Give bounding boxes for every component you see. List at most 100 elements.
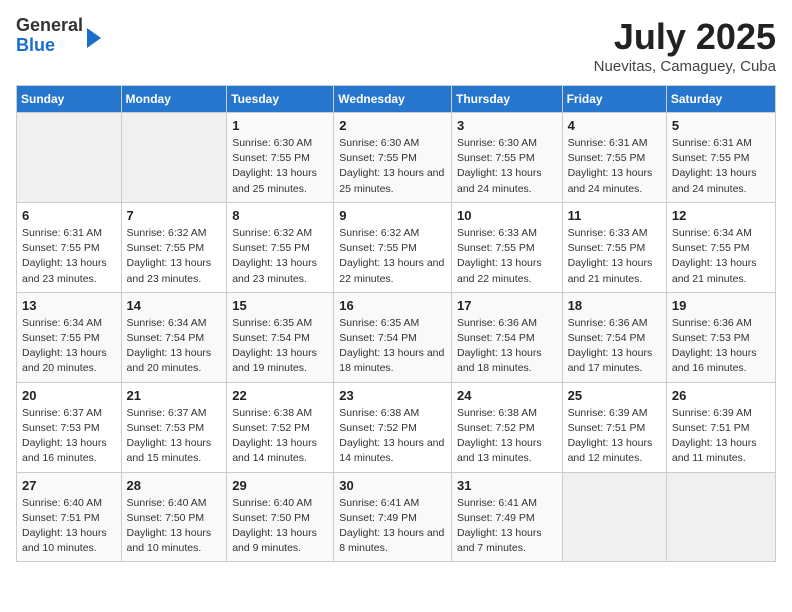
logo: General Blue bbox=[16, 16, 101, 56]
day-cell: 30Sunrise: 6:41 AMSunset: 7:49 PMDayligh… bbox=[334, 472, 452, 562]
day-info: Sunrise: 6:34 AMSunset: 7:54 PMDaylight:… bbox=[127, 316, 222, 377]
day-cell: 19Sunrise: 6:36 AMSunset: 7:53 PMDayligh… bbox=[666, 292, 775, 382]
logo-arrow-icon bbox=[87, 28, 101, 48]
weekday-header-tuesday: Tuesday bbox=[227, 86, 334, 113]
day-info: Sunrise: 6:40 AMSunset: 7:50 PMDaylight:… bbox=[232, 496, 328, 557]
weekday-header-thursday: Thursday bbox=[451, 86, 562, 113]
week-row-5: 27 Sunrise: 6:40 AMSunset: 7:51 PMDayligh… bbox=[17, 472, 776, 562]
day-number: 15 bbox=[232, 298, 328, 313]
day-number: 21 bbox=[127, 388, 222, 403]
day-cell: 23 Sunrise: 6:38 AMSunset: 7:52 PMDayligh… bbox=[334, 382, 452, 472]
day-cell: 6Sunrise: 6:31 AMSunset: 7:55 PMDaylight… bbox=[17, 202, 122, 292]
day-number: 22 bbox=[232, 388, 328, 403]
day-info: Sunrise: 6:31 AMSunset: 7:55 PMDaylight:… bbox=[672, 136, 770, 197]
day-cell: 5 Sunrise: 6:31 AMSunset: 7:55 PMDaylight… bbox=[666, 113, 775, 203]
day-info: Sunrise: 6:39 AMSunset: 7:51 PMDaylight:… bbox=[568, 406, 661, 467]
week-row-3: 13Sunrise: 6:34 AMSunset: 7:55 PMDayligh… bbox=[17, 292, 776, 382]
day-info: Sunrise: 6:37 AMSunset: 7:53 PMDaylight:… bbox=[127, 406, 222, 467]
title-block: July 2025 Nuevitas, Camaguey, Cuba bbox=[594, 16, 776, 75]
day-cell bbox=[562, 472, 666, 562]
day-number: 29 bbox=[232, 478, 328, 493]
day-number: 26 bbox=[672, 388, 770, 403]
day-info: Sunrise: 6:31 AMSunset: 7:55 PMDaylight:… bbox=[568, 136, 661, 197]
day-cell: 2 Sunrise: 6:30 AMSunset: 7:55 PMDaylight… bbox=[334, 113, 452, 203]
day-number: 28 bbox=[127, 478, 222, 493]
day-number: 14 bbox=[127, 298, 222, 313]
day-info: Sunrise: 6:35 AMSunset: 7:54 PMDaylight:… bbox=[232, 316, 328, 377]
day-number: 12 bbox=[672, 208, 770, 223]
day-cell: 14 Sunrise: 6:34 AMSunset: 7:54 PMDayligh… bbox=[121, 292, 227, 382]
day-info: Sunrise: 6:34 AMSunset: 7:55 PMDaylight:… bbox=[672, 226, 770, 287]
day-number: 30 bbox=[339, 478, 446, 493]
day-info: Sunrise: 6:30 AMSunset: 7:55 PMDaylight:… bbox=[457, 136, 557, 197]
day-number: 17 bbox=[457, 298, 557, 313]
calendar-table: SundayMondayTuesdayWednesdayThursdayFrid… bbox=[16, 85, 776, 562]
day-info: Sunrise: 6:36 AMSunset: 7:54 PMDaylight:… bbox=[568, 316, 661, 377]
weekday-header-monday: Monday bbox=[121, 86, 227, 113]
day-cell: 11Sunrise: 6:33 AMSunset: 7:55 PMDayligh… bbox=[562, 202, 666, 292]
day-cell: 16 Sunrise: 6:35 AMSunset: 7:54 PMDayligh… bbox=[334, 292, 452, 382]
day-info: Sunrise: 6:30 AMSunset: 7:55 PMDaylight:… bbox=[339, 136, 446, 197]
logo-general: General bbox=[16, 15, 83, 35]
day-info: Sunrise: 6:38 AMSunset: 7:52 PMDaylight:… bbox=[339, 406, 446, 467]
day-cell: 12 Sunrise: 6:34 AMSunset: 7:55 PMDayligh… bbox=[666, 202, 775, 292]
day-info: Sunrise: 6:38 AMSunset: 7:52 PMDaylight:… bbox=[457, 406, 557, 467]
day-cell: 3 Sunrise: 6:30 AMSunset: 7:55 PMDaylight… bbox=[451, 113, 562, 203]
day-cell: 13Sunrise: 6:34 AMSunset: 7:55 PMDayligh… bbox=[17, 292, 122, 382]
day-number: 31 bbox=[457, 478, 557, 493]
day-cell bbox=[666, 472, 775, 562]
week-row-1: 1 Sunrise: 6:30 AMSunset: 7:55 PMDaylight… bbox=[17, 113, 776, 203]
day-info: Sunrise: 6:33 AMSunset: 7:55 PMDaylight:… bbox=[457, 226, 557, 287]
day-info: Sunrise: 6:32 AMSunset: 7:55 PMDaylight:… bbox=[339, 226, 446, 287]
day-cell: 10 Sunrise: 6:33 AMSunset: 7:55 PMDayligh… bbox=[451, 202, 562, 292]
day-number: 19 bbox=[672, 298, 770, 313]
day-cell: 15 Sunrise: 6:35 AMSunset: 7:54 PMDayligh… bbox=[227, 292, 334, 382]
day-info: Sunrise: 6:40 AMSunset: 7:51 PMDaylight:… bbox=[22, 496, 116, 557]
day-cell: 4 Sunrise: 6:31 AMSunset: 7:55 PMDaylight… bbox=[562, 113, 666, 203]
day-number: 18 bbox=[568, 298, 661, 313]
day-info: Sunrise: 6:38 AMSunset: 7:52 PMDaylight:… bbox=[232, 406, 328, 467]
day-cell: 20 Sunrise: 6:37 AMSunset: 7:53 PMDayligh… bbox=[17, 382, 122, 472]
day-info: Sunrise: 6:40 AMSunset: 7:50 PMDaylight:… bbox=[127, 496, 222, 557]
month-title: July 2025 bbox=[594, 16, 776, 58]
logo-blue: Blue bbox=[16, 35, 55, 55]
day-number: 23 bbox=[339, 388, 446, 403]
day-cell: 1Sunrise: 6:30 AMSunset: 7:55 PMDaylight… bbox=[227, 113, 334, 203]
day-cell: 21 Sunrise: 6:37 AMSunset: 7:53 PMDayligh… bbox=[121, 382, 227, 472]
day-number: 1 bbox=[232, 118, 328, 133]
page-header: General Blue July 2025 Nuevitas, Camague… bbox=[16, 16, 776, 75]
day-cell: 9 Sunrise: 6:32 AMSunset: 7:55 PMDaylight… bbox=[334, 202, 452, 292]
day-info: Sunrise: 6:37 AMSunset: 7:53 PMDaylight:… bbox=[22, 406, 116, 467]
day-cell: 25 Sunrise: 6:39 AMSunset: 7:51 PMDayligh… bbox=[562, 382, 666, 472]
day-number: 27 bbox=[22, 478, 116, 493]
day-info: Sunrise: 6:33 AMSunset: 7:55 PMDaylight:… bbox=[568, 226, 661, 287]
day-cell: 8Sunrise: 6:32 AMSunset: 7:55 PMDaylight… bbox=[227, 202, 334, 292]
weekday-header-wednesday: Wednesday bbox=[334, 86, 452, 113]
week-row-4: 20 Sunrise: 6:37 AMSunset: 7:53 PMDayligh… bbox=[17, 382, 776, 472]
day-number: 2 bbox=[339, 118, 446, 133]
day-info: Sunrise: 6:41 AMSunset: 7:49 PMDaylight:… bbox=[457, 496, 557, 557]
day-info: Sunrise: 6:31 AMSunset: 7:55 PMDaylight:… bbox=[22, 226, 116, 287]
day-number: 7 bbox=[127, 208, 222, 223]
day-cell: 27 Sunrise: 6:40 AMSunset: 7:51 PMDayligh… bbox=[17, 472, 122, 562]
day-number: 3 bbox=[457, 118, 557, 133]
day-number: 10 bbox=[457, 208, 557, 223]
day-cell bbox=[121, 113, 227, 203]
day-info: Sunrise: 6:36 AMSunset: 7:54 PMDaylight:… bbox=[457, 316, 557, 377]
day-info: Sunrise: 6:35 AMSunset: 7:54 PMDaylight:… bbox=[339, 316, 446, 377]
day-number: 5 bbox=[672, 118, 770, 133]
day-cell: 28 Sunrise: 6:40 AMSunset: 7:50 PMDayligh… bbox=[121, 472, 227, 562]
day-number: 20 bbox=[22, 388, 116, 403]
day-cell: 24Sunrise: 6:38 AMSunset: 7:52 PMDayligh… bbox=[451, 382, 562, 472]
day-number: 8 bbox=[232, 208, 328, 223]
day-number: 4 bbox=[568, 118, 661, 133]
day-info: Sunrise: 6:32 AMSunset: 7:55 PMDaylight:… bbox=[127, 226, 222, 287]
day-cell: 18 Sunrise: 6:36 AMSunset: 7:54 PMDayligh… bbox=[562, 292, 666, 382]
day-cell: 7 Sunrise: 6:32 AMSunset: 7:55 PMDaylight… bbox=[121, 202, 227, 292]
day-number: 25 bbox=[568, 388, 661, 403]
day-cell bbox=[17, 113, 122, 203]
day-number: 16 bbox=[339, 298, 446, 313]
day-cell: 29 Sunrise: 6:40 AMSunset: 7:50 PMDayligh… bbox=[227, 472, 334, 562]
weekday-header-row: SundayMondayTuesdayWednesdayThursdayFrid… bbox=[17, 86, 776, 113]
day-number: 9 bbox=[339, 208, 446, 223]
